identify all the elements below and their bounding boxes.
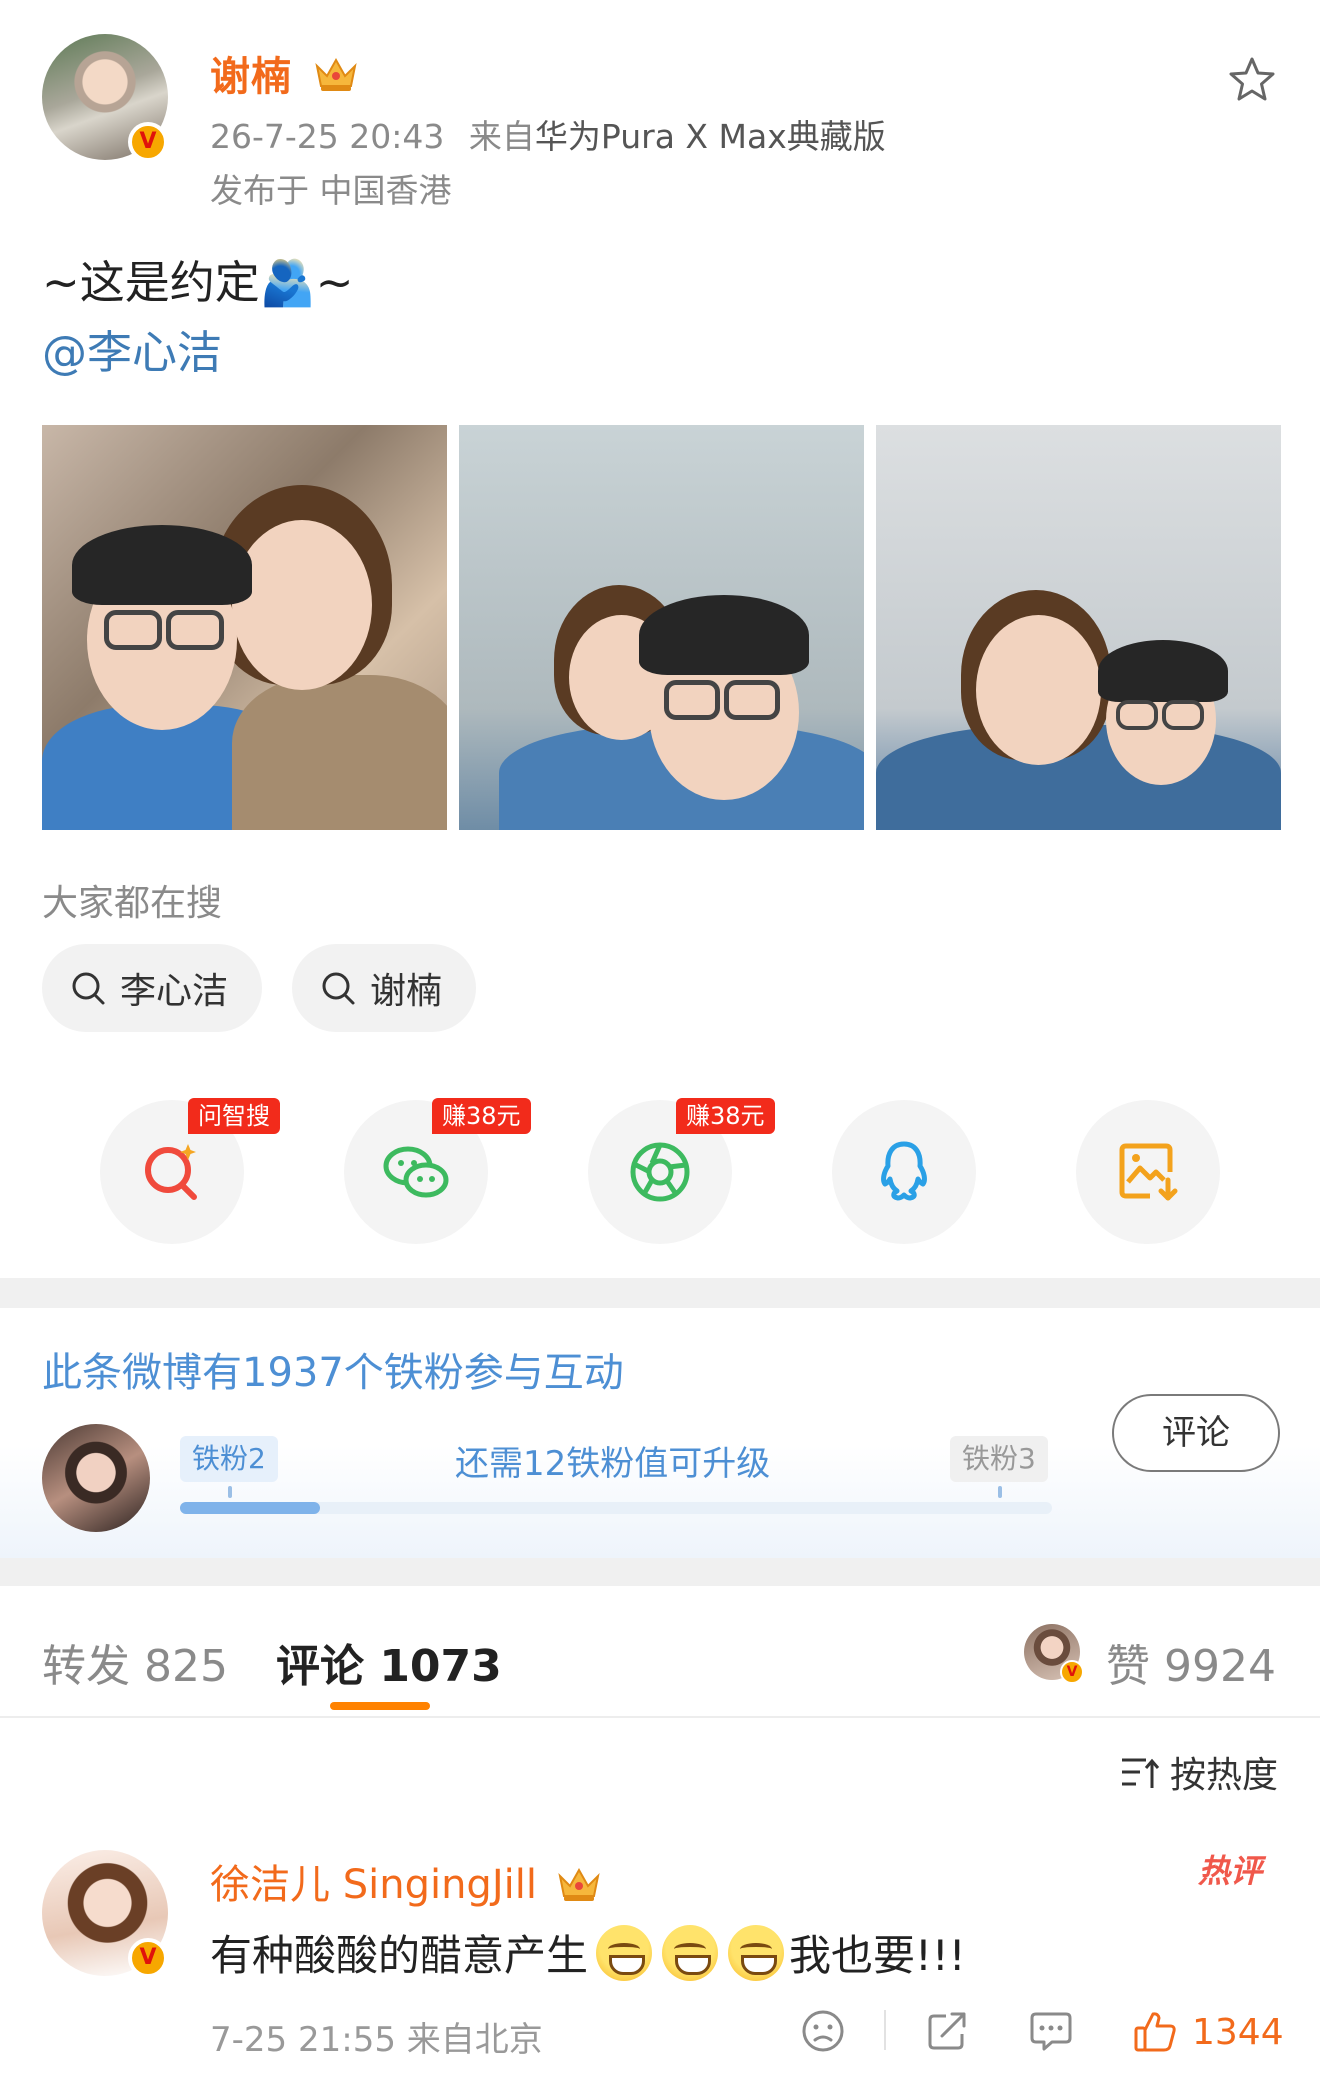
- comment-icon[interactable]: [1028, 2008, 1074, 2054]
- action-separator: [884, 2010, 886, 2050]
- tab-like[interactable]: 赞 9924: [1106, 1630, 1276, 1694]
- post-location: 发布于 中国香港: [210, 171, 452, 210]
- progress-tick: [228, 1486, 232, 1498]
- promo-tag: 赚38元: [676, 1098, 775, 1134]
- grin-emoji-icon: [662, 1924, 719, 1981]
- thumbs-up-icon[interactable]: [1132, 2008, 1178, 2054]
- promo-tag: 赚38元: [432, 1098, 531, 1134]
- post-text: ~这是约定🫂~: [42, 256, 354, 309]
- verified-badge-icon: V: [1060, 1660, 1084, 1684]
- post-photo-2[interactable]: [459, 425, 864, 830]
- fan-progress-fill: [180, 1502, 320, 1514]
- post-photo-1[interactable]: [42, 425, 447, 830]
- hot-search-chip-label: 谢楠: [370, 971, 443, 1012]
- fan-interaction-title[interactable]: 此条微博有1937个铁粉参与互动: [42, 1340, 624, 1398]
- wechat-icon: [383, 1146, 449, 1198]
- zhisou-search-icon: [145, 1144, 197, 1200]
- moments-icon: [630, 1142, 690, 1202]
- fan-level-current: 铁粉2: [180, 1436, 278, 1482]
- qq-icon: [881, 1141, 927, 1201]
- hot-search-chip[interactable]: 谢楠: [292, 944, 477, 1032]
- post-meta: 26-7-25 20:43 来自华为Pura X Max典藏版: [210, 110, 886, 158]
- share-qq-button[interactable]: [832, 1100, 976, 1244]
- crown-icon: [315, 57, 357, 91]
- comment-text-part: 有种酸酸的醋意产生: [210, 1931, 589, 1980]
- fan-avatar[interactable]: [42, 1424, 150, 1532]
- comment-text: 有种酸酸的醋意产生 我也要!!!: [210, 1922, 966, 1983]
- post-time: 26-7-25 20:43: [210, 117, 445, 156]
- comment-author-name[interactable]: 徐洁儿 SingingJill: [210, 1852, 602, 1910]
- promo-tag: 问智搜: [188, 1098, 280, 1134]
- favorite-star-icon[interactable]: [1226, 54, 1278, 106]
- hot-search-title: 大家都在搜: [42, 883, 223, 924]
- grin-emoji-icon: [596, 1924, 653, 1981]
- sort-label: 按热度: [1170, 1755, 1279, 1796]
- share-icon[interactable]: [924, 2008, 970, 2054]
- save-image-icon: [1119, 1143, 1178, 1201]
- post-source-prefix: 来自: [468, 117, 535, 156]
- hot-comment-badge: 热评: [1198, 1852, 1263, 1890]
- author-name[interactable]: 谢楠: [210, 44, 359, 102]
- search-icon: [322, 972, 355, 1005]
- fan-comment-button[interactable]: 评论: [1112, 1394, 1280, 1472]
- save-image-button[interactable]: [1076, 1100, 1220, 1244]
- author-name-text: 谢楠: [210, 54, 292, 100]
- hot-search-chip[interactable]: 李心洁: [42, 944, 263, 1032]
- sort-toggle[interactable]: 按热度: [1118, 1746, 1278, 1798]
- crown-icon: [558, 1867, 600, 1901]
- tab-active-indicator: [330, 1702, 430, 1710]
- search-icon: [72, 972, 105, 1005]
- fan-level-next: 铁粉3: [950, 1436, 1048, 1482]
- comment-text-part: 我也要!!!: [789, 1931, 966, 1980]
- tabs-divider: [0, 1716, 1320, 1718]
- verified-badge-icon: V: [128, 122, 168, 162]
- fan-level-hint: 还需12铁粉值可升级: [455, 1444, 771, 1484]
- hot-search-chip-label: 李心洁: [120, 971, 229, 1012]
- section-divider: [0, 1558, 1320, 1586]
- mention-link[interactable]: @李心洁: [42, 316, 222, 381]
- comment-like-count: 1344: [1192, 2012, 1284, 2053]
- dislike-face-icon[interactable]: [800, 2008, 846, 2054]
- sort-icon: [1122, 1758, 1160, 1788]
- post-photo-3[interactable]: [876, 425, 1281, 830]
- tab-comment[interactable]: 评论 1073: [276, 1630, 502, 1694]
- progress-tick: [998, 1486, 1002, 1498]
- grin-emoji-icon: [728, 1924, 785, 1981]
- post-source[interactable]: 华为Pura X Max典藏版: [535, 117, 886, 156]
- tab-repost[interactable]: 转发 825: [42, 1630, 228, 1694]
- comment-author-name-text: 徐洁儿 SingingJill: [210, 1862, 537, 1908]
- section-divider: [0, 1278, 1320, 1308]
- comment-meta: 7-25 21:55 来自北京: [210, 2020, 543, 2060]
- verified-badge-icon: V: [128, 1938, 168, 1978]
